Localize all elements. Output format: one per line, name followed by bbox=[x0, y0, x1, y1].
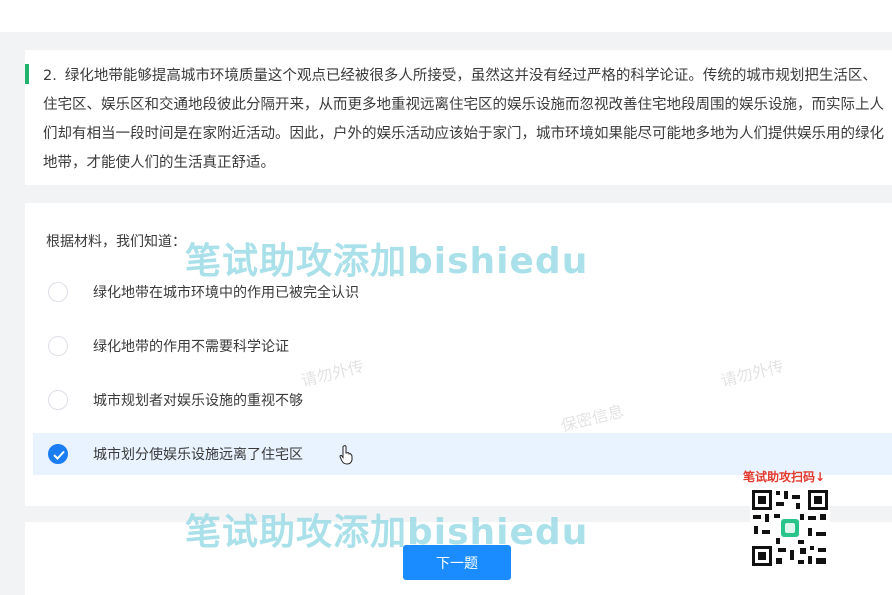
options-card: 根据材料，我们知道： 绿化地带在城市环境中的作用已被完全认识 绿化地带的作用不需… bbox=[25, 203, 892, 506]
next-question-button[interactable]: 下一题 bbox=[403, 545, 511, 580]
option-radio[interactable] bbox=[48, 390, 68, 410]
option-label: 绿化地带在城市环境中的作用已被完全认识 bbox=[93, 285, 359, 301]
option-label: 绿化地带的作用不需要科学论证 bbox=[93, 339, 289, 355]
option-label: 城市划分使娱乐设施远离了住宅区 bbox=[93, 447, 303, 463]
option-radio[interactable] bbox=[48, 282, 68, 302]
option-radio-checked[interactable] bbox=[48, 444, 68, 464]
qr-code-graphic bbox=[750, 488, 830, 568]
qr-watermark: 笔试助攻扫码↓ bbox=[743, 468, 843, 568]
option-radio[interactable] bbox=[48, 336, 68, 356]
qr-code-icon bbox=[750, 488, 830, 568]
checkmark-icon bbox=[53, 450, 65, 460]
option-a[interactable]: 绿化地带在城市环境中的作用已被完全认识 bbox=[33, 271, 892, 313]
question-number: 2. bbox=[43, 68, 57, 84]
top-strip bbox=[0, 0, 892, 32]
qr-caption: 笔试助攻扫码↓ bbox=[743, 470, 826, 484]
option-c[interactable]: 城市规划者对娱乐设施的重视不够 bbox=[33, 379, 892, 421]
question-card: 2. 绿化地带能够提高城市环境质量这个观点已经被很多人所接受，虽然这并没有经过严格… bbox=[25, 50, 892, 185]
question-accent-bar bbox=[25, 64, 29, 84]
option-label: 城市规划者对娱乐设施的重视不够 bbox=[93, 393, 303, 409]
question-prompt: 根据材料，我们知道： bbox=[46, 234, 186, 250]
option-b[interactable]: 绿化地带的作用不需要科学论证 bbox=[33, 325, 892, 367]
hand-pointer-icon bbox=[339, 445, 353, 465]
question-text: 2. 绿化地带能够提高城市环境质量这个观点已经被很多人所接受，虽然这并没有经过严格… bbox=[43, 62, 889, 178]
question-body: 绿化地带能够提高城市环境质量这个观点已经被很多人所接受，虽然这并没有经过严格的科… bbox=[43, 68, 884, 171]
